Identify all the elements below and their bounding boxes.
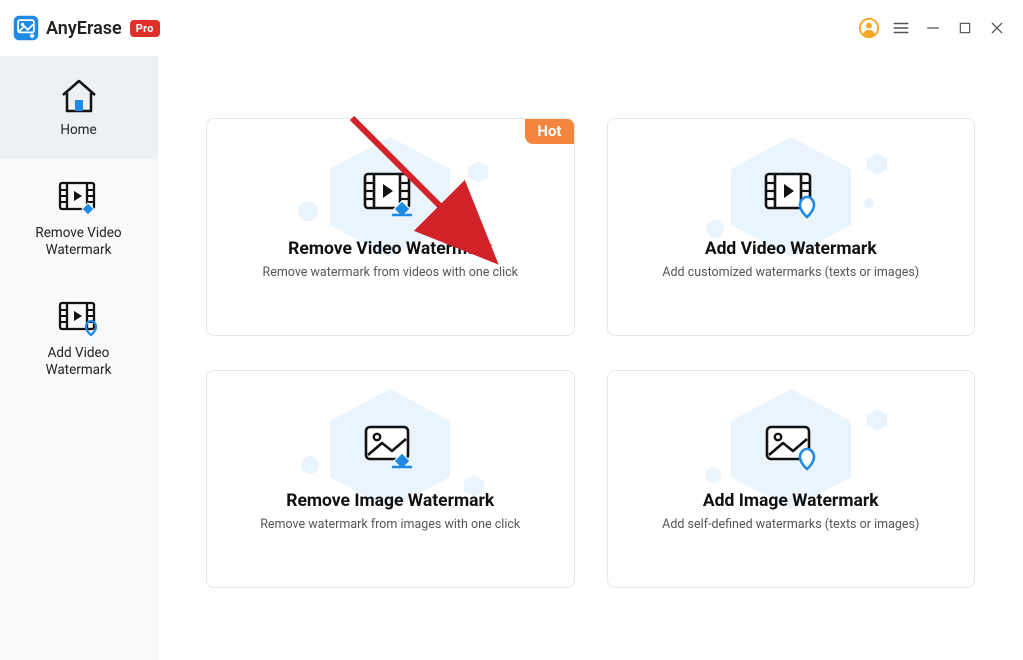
card-title: Add Image Watermark [703, 491, 879, 511]
remove-image-watermark-icon [362, 423, 418, 475]
hot-badge: Hot [525, 119, 573, 144]
user-account-icon[interactable] [855, 14, 883, 42]
sidebar-item-home[interactable]: Home [0, 56, 157, 159]
sidebar-item-label: Home [8, 122, 149, 139]
card-remove-video-watermark[interactable]: Hot [206, 118, 575, 336]
content-area: Home Remove Video Watermark [0, 56, 1023, 660]
menu-icon[interactable] [887, 14, 915, 42]
card-description: Add customized watermarks (texts or imag… [662, 265, 919, 280]
card-remove-image-watermark[interactable]: Remove Image Watermark Remove watermark … [206, 370, 575, 588]
sidebar: Home Remove Video Watermark [0, 56, 158, 660]
close-icon[interactable] [983, 14, 1011, 42]
card-description: Add self-defined watermarks (texts or im… [662, 517, 919, 532]
remove-video-watermark-icon [362, 171, 418, 223]
card-title: Remove Video Watermark [288, 239, 492, 259]
main-panel: Hot [158, 56, 1023, 660]
sidebar-item-remove-video-watermark[interactable]: Remove Video Watermark [0, 159, 157, 279]
minimize-icon[interactable] [919, 14, 947, 42]
card-add-video-watermark[interactable]: Add Video Watermark Add customized water… [607, 118, 976, 336]
home-icon [8, 74, 149, 118]
feature-grid: Hot [206, 118, 975, 588]
pro-badge: Pro [130, 20, 160, 37]
card-add-image-watermark[interactable]: Add Image Watermark Add self-defined wat… [607, 370, 976, 588]
add-image-watermark-icon [763, 423, 819, 475]
card-title: Remove Image Watermark [286, 491, 494, 511]
add-video-watermark-icon [8, 297, 149, 341]
sidebar-item-label: Add Video Watermark [8, 345, 149, 379]
sidebar-item-add-video-watermark[interactable]: Add Video Watermark [0, 279, 157, 399]
remove-video-watermark-icon [8, 177, 149, 221]
titlebar: AnyErase Pro [0, 0, 1023, 56]
card-title: Add Video Watermark [705, 239, 877, 259]
card-description: Remove watermark from videos with one cl… [263, 265, 519, 280]
add-video-watermark-icon [763, 171, 819, 223]
maximize-icon[interactable] [951, 14, 979, 42]
app-logo-icon [12, 14, 40, 42]
sidebar-item-label: Remove Video Watermark [8, 225, 149, 259]
card-description: Remove watermark from images with one cl… [260, 517, 520, 532]
app-name: AnyErase [46, 18, 122, 39]
